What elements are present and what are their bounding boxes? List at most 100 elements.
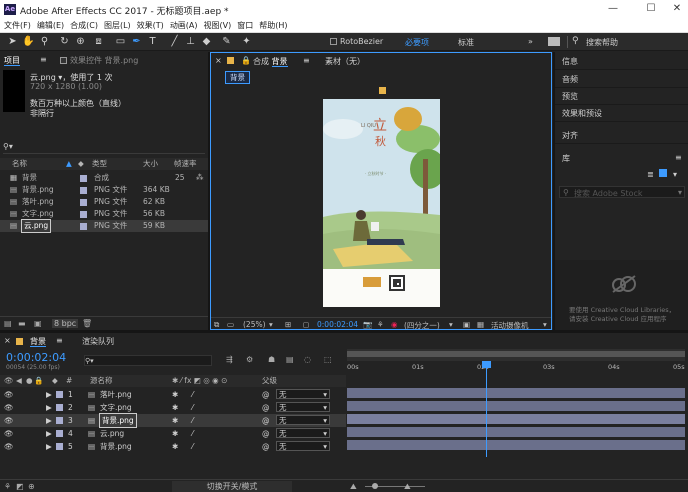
shy-switch-icon[interactable]: ✱: [172, 440, 178, 453]
minimize-button[interactable]: —: [606, 2, 620, 16]
quality-switch-icon[interactable]: ⁄: [192, 401, 193, 414]
parent-dropdown[interactable]: 无 ▾: [276, 389, 330, 399]
col-name[interactable]: 名称: [12, 158, 27, 170]
expand-arrow-icon[interactable]: ▶: [46, 414, 52, 427]
layer-name[interactable]: 落叶.png: [100, 388, 132, 401]
label-swatch[interactable]: [80, 223, 87, 230]
layer-name[interactable]: 背景.png: [100, 440, 132, 453]
expand-transfer-icon[interactable]: ◩: [16, 482, 24, 491]
eye-icon[interactable]: 👁: [4, 427, 14, 440]
channel-icon[interactable]: ◉: [391, 320, 398, 329]
menu-edit[interactable]: 编辑(E): [37, 19, 64, 32]
menu-window[interactable]: 窗口: [237, 19, 253, 32]
render-queue-tab[interactable]: 渲染队列: [82, 336, 114, 347]
comp-mini-flowchart-icon[interactable]: ⇶: [226, 355, 233, 364]
pen-tool-icon[interactable]: ✒: [130, 35, 143, 48]
shy-switch-icon[interactable]: ✱: [172, 401, 178, 414]
interpret-footage-icon[interactable]: ▤: [4, 319, 12, 328]
label-swatch[interactable]: [80, 175, 87, 182]
menu-icon[interactable]: ≡: [56, 336, 63, 345]
label-col-icon[interactable]: ◆: [52, 375, 58, 387]
layer-duration-bar[interactable]: [347, 388, 685, 398]
expand-arrow-icon[interactable]: ▶: [46, 427, 52, 440]
pickwhip-icon[interactable]: @: [262, 427, 270, 440]
search-sync-icon[interactable]: [548, 37, 560, 46]
monitor-icon[interactable]: ▭: [227, 320, 234, 329]
col-type[interactable]: 类型: [92, 158, 107, 170]
menu-composition[interactable]: 合成(C): [70, 19, 98, 32]
right-panel-item[interactable]: 预览: [562, 90, 688, 103]
project-item-row[interactable]: ▤ 云.png PNG 文件 59 KB: [0, 219, 208, 233]
layer-row[interactable]: 👁 ▶ 3 ▤ 背景.png ✱ ⁄ @ 无 ▾: [0, 413, 346, 428]
visibility-col-icon[interactable]: 👁: [4, 375, 14, 387]
camera-tool-icon[interactable]: ⊕: [74, 35, 87, 48]
zoom-slider-handle[interactable]: [372, 483, 378, 489]
clone-stamp-tool-icon[interactable]: ⊥: [184, 35, 197, 48]
close-tab-icon[interactable]: ×: [4, 336, 11, 345]
mask-icon[interactable]: ◻: [303, 320, 309, 329]
expand-arrow-icon[interactable]: ▶: [46, 388, 52, 401]
zoom-in-icon[interactable]: ⛰: [404, 482, 411, 492]
label-swatch[interactable]: [56, 417, 63, 424]
menu-icon[interactable]: ≡: [303, 56, 310, 65]
layer-duration-bar[interactable]: [347, 401, 685, 411]
expand-in-out-icon[interactable]: ⊕: [28, 482, 35, 491]
eye-icon[interactable]: 👁: [4, 401, 14, 414]
right-panel-item[interactable]: 效果和预设: [562, 107, 688, 120]
rectangle-tool-icon[interactable]: ▭: [114, 35, 127, 48]
pickwhip-icon[interactable]: @: [262, 401, 270, 414]
time-ruler[interactable]: 00s01s02s03s04s05s: [347, 361, 685, 375]
shy-switch-icon[interactable]: ✱: [172, 388, 178, 401]
zoom-tool-icon[interactable]: ⚲: [38, 35, 51, 48]
close-button[interactable]: ✕: [670, 2, 684, 16]
project-search-input[interactable]: ⚲▾: [3, 142, 205, 154]
number-col-icon[interactable]: #: [66, 375, 72, 387]
label-swatch[interactable]: [80, 187, 87, 194]
solo-col-icon[interactable]: ●: [26, 375, 33, 387]
anchor-point-marker[interactable]: [379, 87, 386, 94]
layer-row[interactable]: 👁 ▶ 5 ▤ 背景.png ✱ ⁄ @ 无 ▾: [0, 440, 346, 453]
parent-dropdown[interactable]: 无 ▾: [276, 402, 330, 412]
eye-icon[interactable]: 👁: [4, 388, 14, 401]
project-item-row[interactable]: ▤ 落叶.png PNG 文件 62 KB: [0, 196, 208, 208]
effects-controls-tab[interactable]: 效果控件 背景.png: [60, 55, 138, 66]
layer-name[interactable]: 背景.png: [99, 413, 137, 428]
right-panel-item[interactable]: 信息: [562, 55, 688, 68]
brush-tool-icon[interactable]: ╱: [168, 35, 181, 48]
label-swatch[interactable]: [80, 211, 87, 218]
magnification-dropdown[interactable]: (25%): [243, 320, 266, 329]
zoom-out-icon[interactable]: ⛰: [350, 482, 357, 492]
layer-duration-bar[interactable]: [347, 414, 685, 424]
motion-blur-icon[interactable]: ◌: [304, 355, 311, 364]
layer-row[interactable]: 👁 ▶ 1 ▤ 落叶.png ✱ ⁄ @ 无 ▾: [0, 388, 346, 401]
parent-dropdown[interactable]: 无 ▾: [276, 415, 330, 425]
label-col-icon[interactable]: ◆: [78, 158, 84, 170]
project-tab[interactable]: 项目: [4, 55, 20, 66]
eraser-tool-icon[interactable]: ◆: [200, 35, 213, 48]
new-comp-icon[interactable]: ▣: [34, 319, 42, 328]
label-swatch[interactable]: [56, 404, 63, 411]
right-panel-item[interactable]: 对齐: [562, 129, 688, 142]
comp-canvas[interactable]: 立 秋 LI QIU · 立秋时节 ·: [323, 99, 440, 307]
switches-col-icon[interactable]: ✱ ⁄ fx ◩ ◎ ◉ ⊙: [172, 375, 227, 387]
stock-search-input[interactable]: ⚲ 搜索 Adobe Stock ▾: [559, 186, 685, 198]
project-item-row[interactable]: ▤ 文字.png PNG 文件 56 KB: [0, 208, 208, 220]
pickwhip-icon[interactable]: @: [262, 440, 270, 453]
menu-file[interactable]: 文件(F): [4, 19, 31, 32]
bpc-button[interactable]: 8 bpc: [52, 319, 79, 328]
expand-arrow-icon[interactable]: ▶: [46, 401, 52, 414]
transparency-grid-icon[interactable]: ▦: [477, 320, 484, 329]
roi-icon[interactable]: ▣: [463, 320, 470, 329]
graph-editor-icon[interactable]: ⬚: [324, 355, 332, 364]
col-size[interactable]: 大小: [143, 158, 158, 170]
shy-switch-icon[interactable]: ✱: [172, 427, 178, 440]
selection-tool-icon[interactable]: ➤: [6, 35, 19, 48]
title-safe-icon[interactable]: ⊞: [285, 320, 291, 329]
playhead[interactable]: [482, 361, 491, 457]
type-tool-icon[interactable]: T: [146, 35, 159, 48]
eye-icon[interactable]: 👁: [4, 440, 14, 453]
right-panel-item[interactable]: 音频: [562, 73, 688, 86]
label-swatch[interactable]: [80, 199, 87, 206]
footage-tab[interactable]: 素材（无）: [325, 56, 365, 67]
label-swatch[interactable]: [56, 443, 63, 450]
